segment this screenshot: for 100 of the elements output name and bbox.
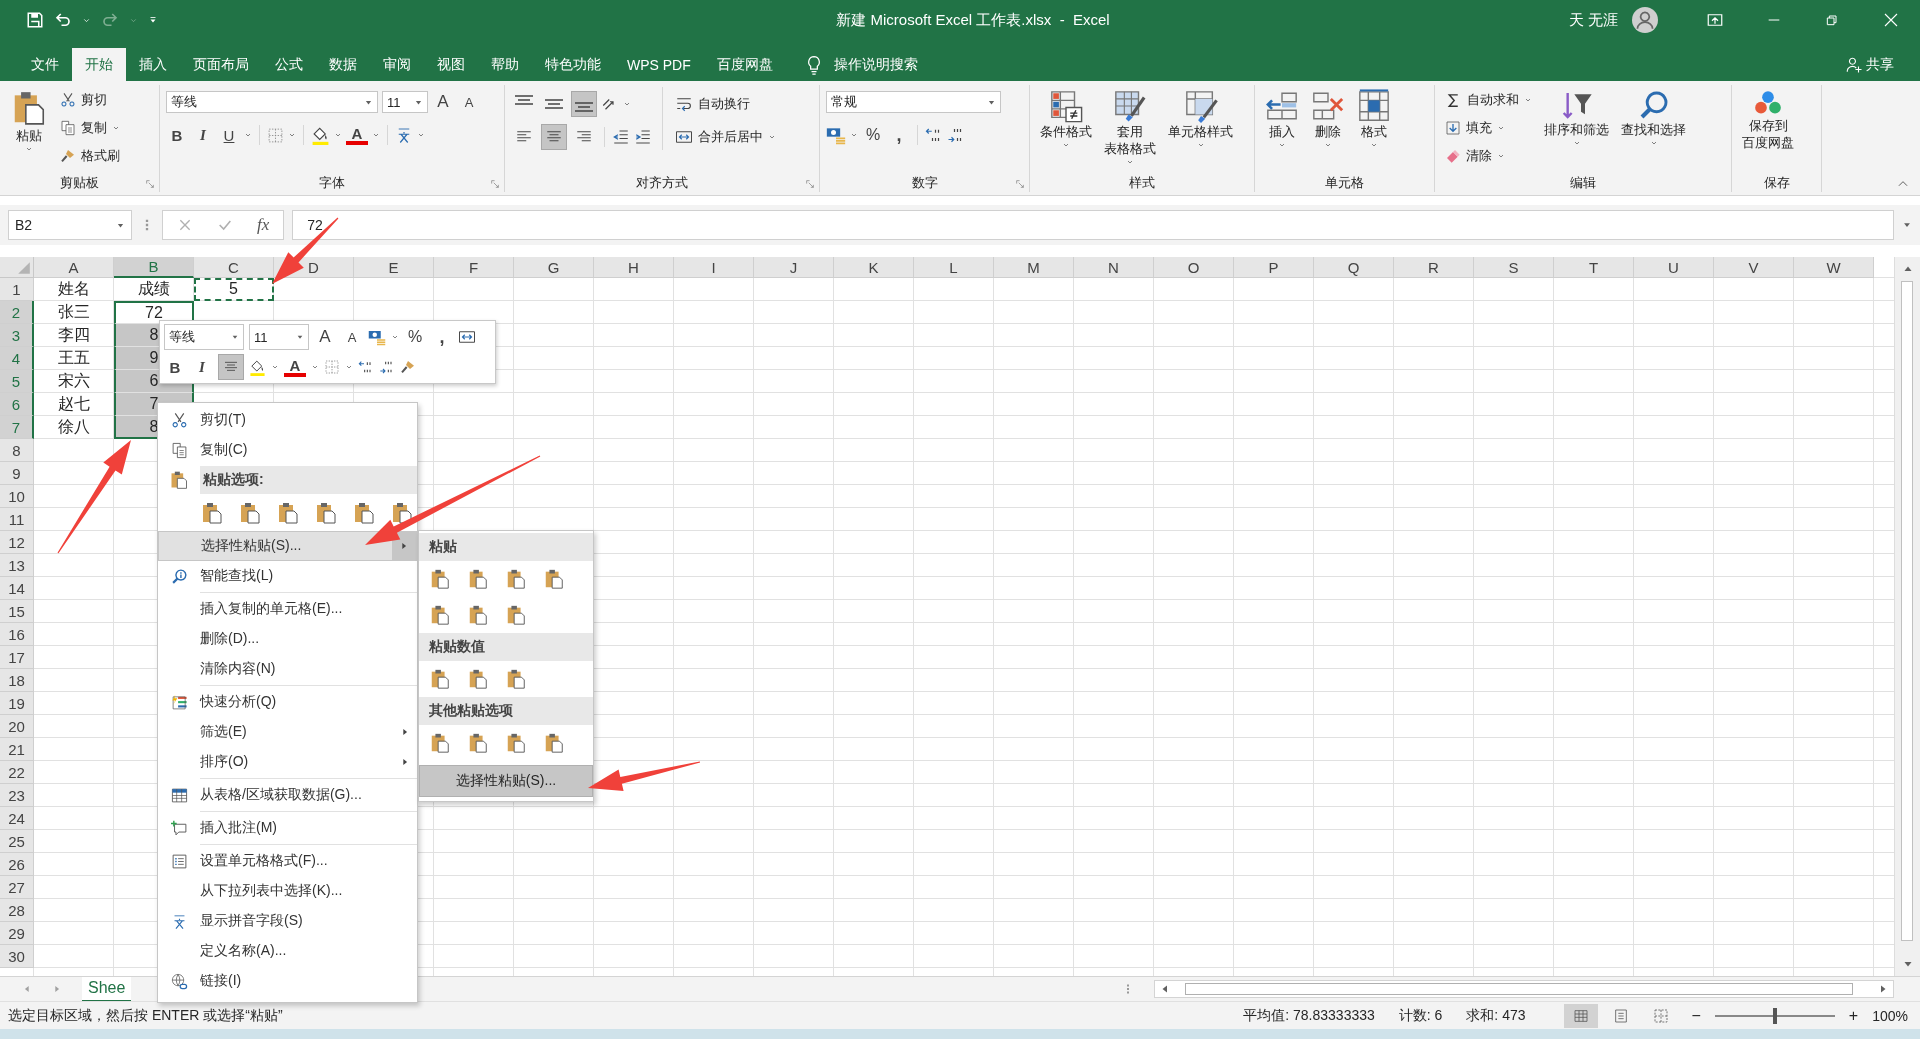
caret-icon[interactable] [345,363,353,371]
ribbon-tab[interactable]: 视图 [424,48,478,81]
insert-function-button[interactable]: fx [257,215,270,235]
caret-icon[interactable] [623,100,631,108]
row-header[interactable]: 24 [0,807,34,830]
row-header[interactable]: 10 [0,485,34,508]
scroll-thumb[interactable] [1185,983,1853,995]
caret-icon[interactable] [244,131,252,139]
vertical-scrollbar[interactable] [1894,257,1920,976]
column-header[interactable]: H [594,257,674,278]
column-header[interactable]: S [1474,257,1554,278]
brush-icon[interactable] [400,359,416,375]
menu-item[interactable]: 快速分析(Q) [158,687,417,717]
ribbon-tab[interactable]: 公式 [262,48,316,81]
row-header[interactable]: 18 [0,669,34,692]
clipboard-icon[interactable] [467,604,489,626]
row-header[interactable]: 20 [0,715,34,738]
ribbon-tab[interactable]: 审阅 [370,48,424,81]
zoom-out-button[interactable]: − [1691,1006,1701,1025]
menu-item[interactable]: 插入复制的单元格(E)... [158,594,417,624]
clipboard-icon[interactable] [467,568,489,590]
row-header[interactable]: 14 [0,577,34,600]
column-header[interactable]: V [1714,257,1794,278]
ribbon-tab[interactable]: 帮助 [478,48,532,81]
row-header[interactable]: 9 [0,462,34,485]
close-icon[interactable] [1882,11,1900,29]
ribbon-tab[interactable]: 开始 [72,48,126,81]
delete-button[interactable]: 删除 [1307,87,1349,151]
insert-button[interactable]: 插入 [1261,87,1303,151]
find-select-button[interactable]: 查找和选择 [1617,87,1690,149]
caret-icon[interactable] [334,131,342,139]
save-icon[interactable] [26,11,44,29]
row-header[interactable]: 21 [0,738,34,761]
format-as-table-button[interactable]: 套用 表格格式 [1100,87,1160,168]
column-header[interactable]: I [674,257,754,278]
caret-icon[interactable] [850,131,858,139]
column-header[interactable]: T [1554,257,1634,278]
clipboard-icon[interactable] [429,604,451,626]
ribbon-tab[interactable]: 特色功能 [532,48,614,81]
menu-item[interactable]: 清除内容(N) [158,654,417,684]
tell-me-search[interactable]: 操作说明搜索 [833,55,918,74]
fill-color-icon[interactable] [249,358,266,376]
wrap-text-button[interactable]: 自动换行 [671,91,780,117]
column-header[interactable]: N [1074,257,1154,278]
ribbon-display-icon[interactable] [1706,11,1724,29]
ribbon-tab[interactable]: 页面布局 [180,48,262,81]
ribbon-tab[interactable]: 插入 [126,48,180,81]
increase-decimal-icon[interactable] [358,359,374,375]
sheet-tab[interactable]: Shee [82,976,132,1002]
caret-icon[interactable] [311,363,319,371]
name-box[interactable]: B2 [8,210,132,240]
ribbon-tab[interactable]: 数据 [316,48,370,81]
row-header[interactable]: 13 [0,554,34,577]
merge-cells-icon[interactable] [458,328,476,346]
font-color-button[interactable]: A [346,125,368,145]
menu-item[interactable]: 插入批注(M) [158,813,417,843]
column-header[interactable]: F [434,257,514,278]
underline-button[interactable]: U [218,123,240,147]
ribbon-tab[interactable]: WPS PDF [614,48,704,81]
menu-item[interactable]: 排序(O) [158,747,417,777]
menu-item[interactable]: 筛选(E) [158,717,417,747]
row-header[interactable]: 28 [0,899,34,922]
increase-font-size-button[interactable]: A [314,325,336,349]
row-header[interactable]: 22 [0,761,34,784]
row-header[interactable]: 27 [0,876,34,899]
column-header[interactable]: G [514,257,594,278]
clipboard-icon[interactable] [238,501,262,525]
sort-filter-button[interactable]: 排序和筛选 [1540,87,1613,149]
menu-item[interactable]: 从下拉列表中选择(K)... [158,876,417,906]
menu-item[interactable]: 显示拼音字段(S) [158,906,417,936]
cell-styles-button[interactable]: 单元格样式 [1164,87,1237,151]
row-header[interactable]: 5 [0,370,34,393]
avatar-icon[interactable] [1632,7,1658,33]
menu-item[interactable]: 设置单元格格式(F)... [158,846,417,876]
scroll-thumb[interactable] [1901,281,1913,941]
format-painter-button[interactable]: 格式刷 [56,143,124,169]
clipboard-icon[interactable] [429,568,451,590]
caret-icon[interactable] [391,333,399,341]
decrease-decimal-icon[interactable] [379,359,395,375]
column-header[interactable]: U [1634,257,1714,278]
currency-icon[interactable] [826,125,846,145]
currency-icon[interactable] [368,328,386,346]
row-header[interactable]: 1 [0,278,34,301]
restore-icon[interactable] [1824,12,1840,28]
comma-button[interactable]: , [888,123,910,147]
font-size-field[interactable]: 11 [249,324,309,350]
percent-button[interactable]: % [404,325,426,349]
borders-icon[interactable] [267,126,284,144]
row-header[interactable]: 26 [0,853,34,876]
clear-button[interactable]: 清除 [1441,143,1536,169]
font-name-field[interactable]: 等线 [166,91,378,113]
save-to-cloud-button[interactable]: 保存到 百度网盘 [1738,87,1798,153]
clipboard-icon[interactable] [314,501,338,525]
clipboard-icon[interactable] [276,501,300,525]
row-header[interactable]: 7 [0,416,34,439]
horizontal-align-button[interactable] [541,124,567,150]
column-header[interactable]: O [1154,257,1234,278]
clipboard-icon[interactable] [505,568,527,590]
clipboard-icon[interactable] [467,668,489,690]
decrease-font-size-button[interactable]: A [458,90,480,114]
